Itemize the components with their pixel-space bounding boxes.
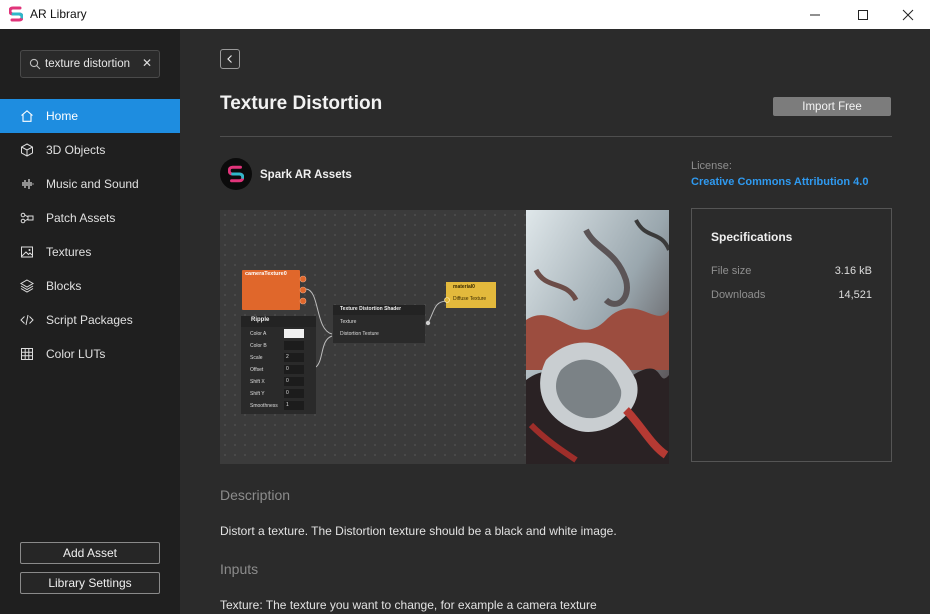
sidebar-item-label: Home bbox=[46, 109, 79, 123]
ripple-param-name: Color B bbox=[250, 343, 267, 349]
patch-icon bbox=[20, 212, 34, 224]
ripple-param-name: Shift X bbox=[250, 379, 265, 385]
distorted-photo-preview bbox=[526, 210, 669, 464]
ripple-param-name: Scale bbox=[250, 355, 263, 361]
close-button[interactable] bbox=[885, 0, 930, 29]
sidebar-item-label: Patch Assets bbox=[46, 211, 116, 225]
ripple-param-value: 0 bbox=[284, 389, 304, 398]
patch-editor-preview: cameraTexture0 Ripple Color A Color B Scal… bbox=[220, 210, 526, 464]
ripple-param-name: Shift Y bbox=[250, 391, 265, 397]
spark-ar-logo-icon bbox=[9, 6, 23, 22]
ripple-param-row: Color B bbox=[250, 341, 310, 353]
ripple-param-row: Shift X 0 bbox=[250, 377, 310, 389]
ripple-params: Color A Color B Scale 2 Offset 0 Shift X 0 Shift… bbox=[250, 329, 310, 413]
sidebar-item-patch-assets[interactable]: Patch Assets bbox=[0, 201, 180, 235]
search-icon bbox=[29, 58, 41, 70]
asset-detail: Texture Distortion Import Free Spark AR … bbox=[180, 29, 930, 614]
cube-icon bbox=[21, 143, 33, 157]
sidebar-item-textures[interactable]: Textures bbox=[0, 235, 180, 269]
page-title: Texture Distortion bbox=[220, 93, 383, 114]
sidebar-item-script-packages[interactable]: Script Packages bbox=[0, 303, 180, 337]
sidebar: ✕ Home 3D Objects Music and Sound Patch … bbox=[0, 29, 180, 614]
shader-input-texture: Texture bbox=[340, 319, 357, 325]
ripple-param-row: Shift Y 0 bbox=[250, 389, 310, 401]
back-button[interactable] bbox=[220, 49, 240, 69]
ripple-param-value bbox=[284, 329, 304, 338]
sidebar-item-label: 3D Objects bbox=[46, 143, 106, 157]
minimize-icon bbox=[810, 14, 820, 15]
search-box[interactable]: ✕ bbox=[20, 50, 160, 78]
downloads-label: Downloads bbox=[711, 289, 766, 301]
sidebar-item-home[interactable]: Home bbox=[0, 99, 180, 133]
ripple-param-value: 2 bbox=[284, 353, 304, 362]
sidebar-item-label: Textures bbox=[46, 245, 92, 259]
material-node-label: material0 bbox=[453, 284, 475, 290]
maximize-button[interactable] bbox=[840, 0, 886, 29]
search-input[interactable] bbox=[45, 55, 141, 73]
add-asset-button[interactable]: Add Asset bbox=[20, 542, 160, 564]
sidebar-item-label: Music and Sound bbox=[46, 177, 139, 191]
license-label: License: bbox=[691, 160, 732, 172]
specifications-title: Specifications bbox=[711, 230, 793, 244]
maximize-icon bbox=[858, 9, 868, 20]
minimize-button[interactable] bbox=[792, 0, 838, 29]
spark-ar-logo-icon bbox=[228, 165, 244, 183]
inputs-heading: Inputs bbox=[220, 561, 259, 577]
ripple-param-value: 1 bbox=[284, 401, 304, 410]
ripple-param-value bbox=[284, 341, 304, 350]
image-icon bbox=[21, 246, 33, 258]
ripple-param-row: Scale 2 bbox=[250, 353, 310, 365]
window-title: AR Library bbox=[30, 7, 87, 21]
asset-preview-image: cameraTexture0 Ripple Color A Color B Scal… bbox=[220, 210, 669, 464]
ripple-param-name: Color A bbox=[250, 331, 267, 337]
sidebar-item-label: Script Packages bbox=[46, 313, 133, 327]
sidebar-item-music-and-sound[interactable]: Music and Sound bbox=[0, 167, 180, 201]
material-input-label: Diffuse Texture bbox=[453, 296, 487, 302]
ripple-param-row: Color A bbox=[250, 329, 310, 341]
sidebar-item-3d-objects[interactable]: 3D Objects bbox=[0, 133, 180, 167]
sidebar-item-blocks[interactable]: Blocks bbox=[0, 269, 180, 303]
ripple-param-name: Smoothness bbox=[250, 403, 278, 409]
sidebar-item-color-luts[interactable]: Color LUTs bbox=[0, 337, 180, 371]
license-link[interactable]: Creative Commons Attribution 4.0 bbox=[691, 176, 868, 188]
grid-icon bbox=[21, 348, 33, 360]
sidebar-nav: Home 3D Objects Music and Sound Patch As… bbox=[0, 99, 180, 371]
library-settings-button[interactable]: Library Settings bbox=[20, 572, 160, 594]
author-name: Spark AR Assets bbox=[260, 169, 352, 181]
sidebar-item-label: Color LUTs bbox=[46, 347, 106, 361]
ripple-node-label: Ripple bbox=[251, 317, 270, 323]
import-free-button[interactable]: Import Free bbox=[773, 97, 891, 116]
divider bbox=[220, 136, 892, 137]
ripple-param-value: 0 bbox=[284, 377, 304, 386]
sidebar-item-label: Blocks bbox=[46, 279, 82, 293]
chevron-left-icon bbox=[227, 55, 232, 63]
file-size-label: File size bbox=[711, 265, 752, 277]
title-bar: AR Library bbox=[0, 0, 930, 29]
description-text: Distort a texture. The Distortion textur… bbox=[220, 524, 617, 538]
code-icon bbox=[20, 314, 34, 326]
specifications-panel: Specifications File size 3.16 kB Downloa… bbox=[691, 208, 892, 462]
ripple-param-value: 0 bbox=[284, 365, 304, 374]
close-icon bbox=[902, 9, 914, 20]
shader-input-distortion: Distortion Texture bbox=[340, 331, 379, 337]
author-avatar bbox=[220, 158, 252, 190]
shader-node-label: Texture Distortion Shader bbox=[340, 306, 402, 312]
file-size-value: 3.16 kB bbox=[834, 265, 872, 277]
waveform-icon bbox=[22, 179, 34, 189]
inputs-text: Texture: The texture you want to change,… bbox=[220, 598, 597, 612]
ripple-param-row: Smoothness 1 bbox=[250, 401, 310, 413]
ripple-param-name: Offset bbox=[250, 367, 264, 373]
blocks-icon bbox=[20, 279, 34, 293]
home-icon bbox=[21, 110, 33, 122]
downloads-value: 14,521 bbox=[838, 289, 872, 301]
camera-node-label: cameraTexture0 bbox=[245, 271, 287, 277]
clear-search-icon[interactable]: ✕ bbox=[141, 56, 153, 70]
description-heading: Description bbox=[220, 487, 291, 503]
distorted-photo bbox=[526, 210, 669, 464]
ripple-param-row: Offset 0 bbox=[250, 365, 310, 377]
